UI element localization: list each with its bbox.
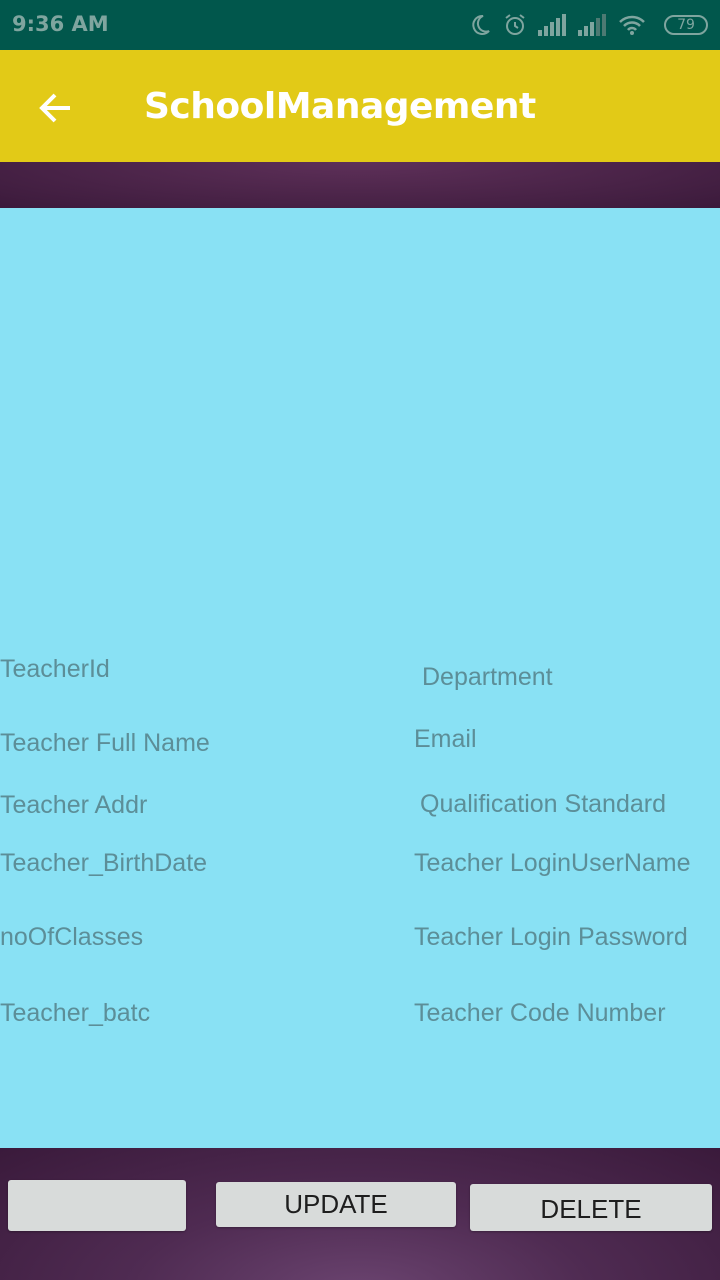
alarm-icon [505,14,525,35]
bottom-action-bar: UPDATE DELETE [0,1148,720,1280]
qualification-field[interactable]: Qualification Standard [420,790,720,819]
email-field[interactable]: Email [414,725,714,754]
delete-button[interactable]: DELETE [470,1184,712,1231]
status-bar: 9:36 AM 79 [0,0,720,50]
page-title: SchoolManagement [144,86,536,127]
no-of-classes-field[interactable]: noOfClasses [0,923,260,952]
app-bar: SchoolManagement [0,50,720,162]
back-button[interactable] [34,86,78,130]
update-button[interactable]: UPDATE [216,1182,456,1227]
code-number-field[interactable]: Teacher Code Number [414,999,720,1028]
login-password-field[interactable]: Teacher Login Password [414,923,720,952]
teacher-full-name-field[interactable]: Teacher Full Name [0,729,260,758]
wifi-icon [619,15,645,35]
login-username-field[interactable]: Teacher LoginUserName [414,849,720,878]
battery-icon: 79 [664,15,708,35]
teacher-birthdate-field[interactable]: Teacher_BirthDate [0,849,260,878]
teacher-form: TeacherId Teacher Full Name Teacher Addr… [0,208,720,1148]
teacher-batch-field[interactable]: Teacher_batc [0,999,164,1028]
teacher-address-field[interactable]: Teacher Addr [0,791,164,820]
signal-icon [538,14,566,36]
signal-weak-icon [578,14,606,36]
status-time: 9:36 AM [12,12,109,36]
moon-icon [472,14,490,35]
teacher-id-field[interactable]: TeacherId [0,655,200,684]
arrow-back-icon [39,93,70,123]
status-icons [468,10,646,40]
blank-button[interactable] [8,1180,186,1231]
background-band [0,162,720,208]
department-field[interactable]: Department [422,663,712,692]
